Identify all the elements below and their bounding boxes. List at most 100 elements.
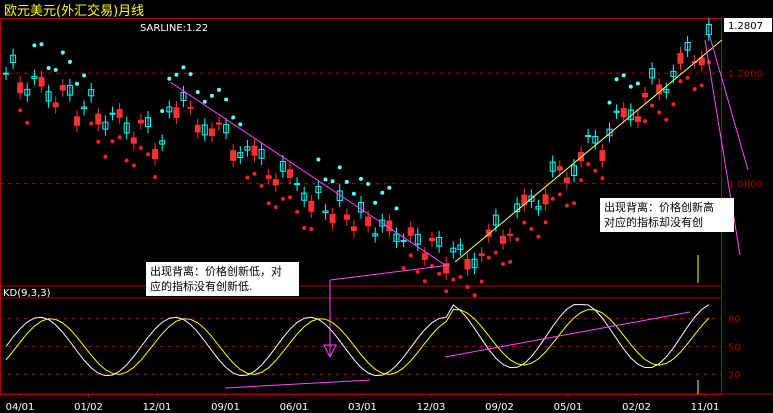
x-tick-label: 05/01 [554,402,583,413]
candle-body [343,214,350,220]
sar-dot [60,50,65,55]
sar-dot [564,203,569,208]
sar-dot [309,226,314,231]
sar-dot [337,165,342,170]
x-tick-label: 12/03 [417,402,446,413]
kd-tick-label: 20 [728,370,741,381]
sar-dot [451,277,456,282]
x-tick-label: 12/01 [143,402,172,413]
sar-dot [579,178,584,183]
sar-dot [479,279,484,284]
candle-body [634,116,641,122]
chart-title: 欧元美元(外汇交易)月线 [4,3,144,19]
sar-dot [124,158,129,163]
sar-dot [302,225,307,230]
sar-dot [39,42,44,47]
candle-body [542,194,549,205]
candle-body [52,102,59,108]
candle-body [329,213,336,224]
candle-body [194,124,201,133]
x-tick-label: 11/01 [691,402,720,413]
price-tick-label: 1.0000 [728,180,763,191]
sar-dot [643,119,647,124]
kd-divergence-line [224,379,371,389]
sar-dot [323,177,328,182]
sar-dot [138,145,143,150]
sar-dot [245,175,250,180]
candle-body [287,169,293,178]
candle-body [230,150,237,161]
candle-body [208,128,215,137]
candle-body [429,237,435,242]
sar-dot [408,253,413,258]
kd-label: KD(9,3,3) [3,288,51,299]
sar-dot [621,73,626,78]
sar-dot [167,76,172,81]
sar-dot [89,121,94,126]
sar-dot [394,206,399,211]
sar-dot [359,176,363,181]
price-tick-label: 1.2000 [728,69,763,80]
sar-dot [685,75,690,80]
sar-dot [366,181,371,186]
sar-dot [557,192,562,197]
candle-body [350,226,357,232]
sar-dot [515,237,520,242]
sar-dot [351,191,356,196]
note-low-line-1: 出现背离：价格创新低，对 [150,265,282,278]
candle-body [677,52,684,64]
candle-body [3,72,9,75]
candle-body [294,183,301,186]
x-tick-label: 03/01 [348,402,377,413]
candle-body [407,227,414,236]
sar-dot [252,171,257,176]
sar-dot [593,168,598,173]
sar-dot [160,108,165,113]
x-tick-label: 02/02 [622,402,651,413]
candle-body [95,113,102,125]
candle-body [563,177,570,184]
sar-dot [117,135,122,140]
sar-dot [280,196,285,201]
candle-body [464,258,471,270]
sar-dot [266,201,271,206]
sar-dot [181,65,186,70]
candle-body [365,216,372,227]
sar-dot [664,117,669,122]
sar-dot [153,175,158,180]
high-pointer [707,29,749,171]
sar-dot [224,97,229,102]
candle-body [265,175,272,179]
x-tick-label: 09/01 [211,402,240,413]
downtrend-line [169,81,446,266]
note-high-line-1: 出现背离：价格创新高 [604,201,714,214]
kd-tick-label: 50 [728,343,741,354]
sar-dot [536,234,541,239]
price-low-divergence-line [329,264,451,281]
candle-body [74,116,80,126]
sar-dot [288,195,292,200]
divergence-note-high: 出现背离：价格创新高 对应的指标却没有创 [600,198,734,232]
candle-body [642,92,648,98]
candle-body [251,145,258,156]
sar-dot [174,72,179,77]
sar-dot [195,90,200,95]
sar-dot [586,162,591,167]
candle-body [216,122,222,125]
x-tick-label: 04/01 [6,402,35,413]
candle-body [38,76,45,87]
sar-dot [46,65,51,70]
candle-body [59,85,66,91]
sar-dot [657,110,662,115]
candle-body [478,253,485,256]
candle-body [109,112,116,115]
sar-dot [458,274,463,279]
sar-dot [32,43,37,48]
sar-dot [231,115,236,120]
sar-dot [188,72,193,77]
sar-dot [444,289,449,294]
kd-k-line [5,304,710,377]
sar-dot [614,77,619,82]
sar-dot [25,120,30,125]
kd-tick-label: 80 [728,315,741,326]
